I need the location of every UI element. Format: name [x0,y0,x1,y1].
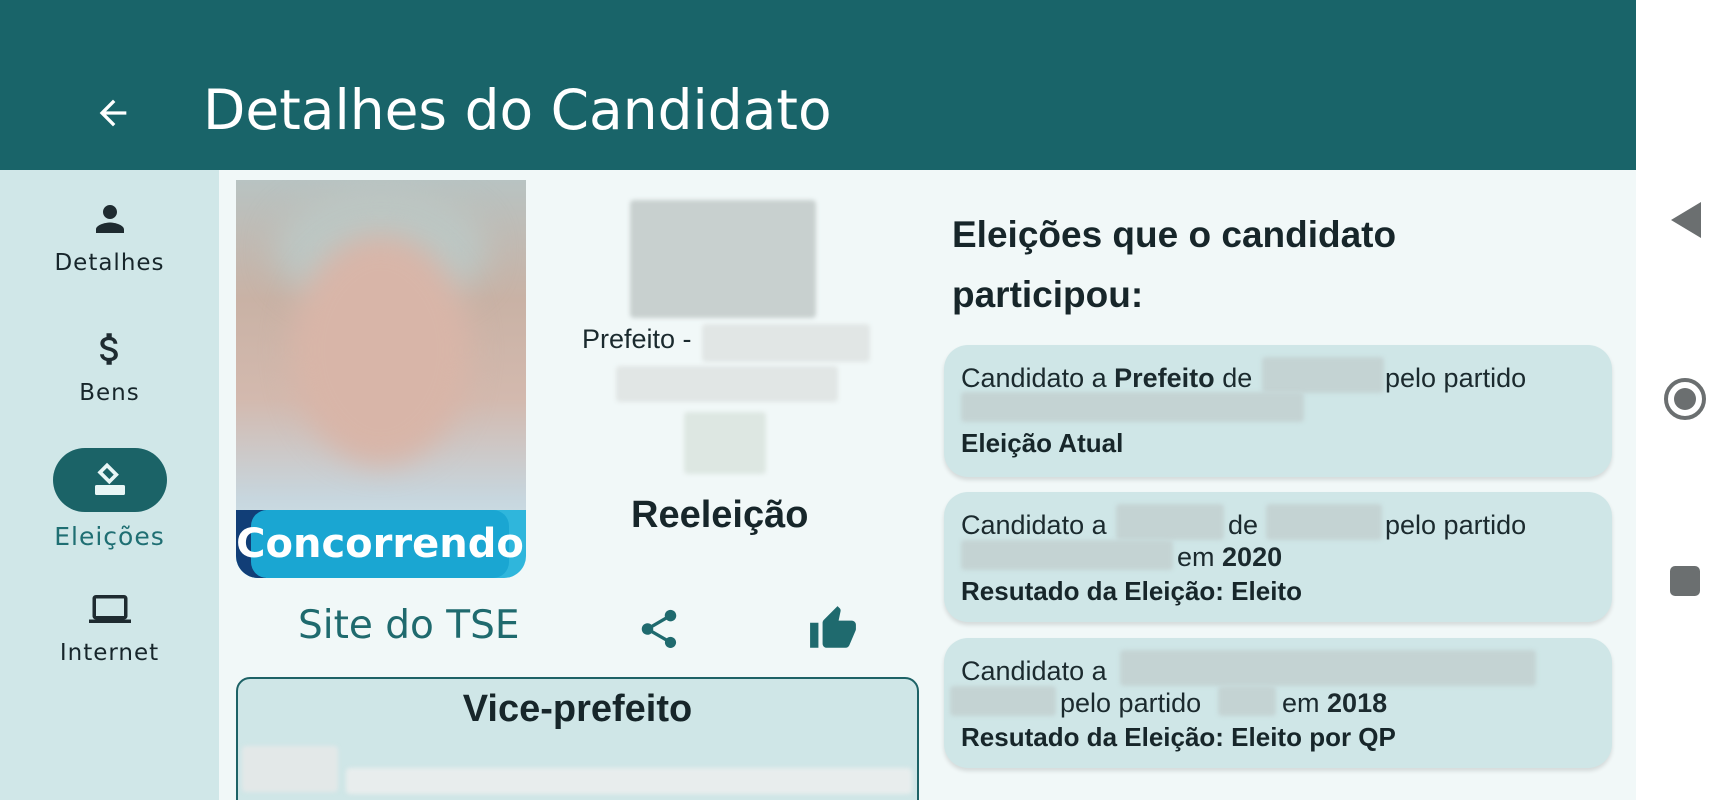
rail-label-internet: Internet [59,640,160,666]
rail-label-bens: Bens [79,380,140,406]
redacted-office [1116,504,1224,540]
card-line-party: pelo partido [1385,363,1527,393]
page-title: Detalhes do Candidato [203,78,832,142]
rail-active-indicator [52,448,167,512]
rail-item-eleicoes[interactable]: Eleições [0,448,219,551]
card-line-prefix: Candidato a [961,510,1107,540]
rail-item-internet[interactable]: Internet [0,588,219,666]
redacted-vice-name [346,768,912,794]
ballot-box-icon [94,462,125,495]
thumbs-up-icon [810,606,856,648]
redacted-city [1262,357,1384,393]
card-year-line: em 2020 [1177,542,1283,572]
card-year: 2020 [1222,542,1283,572]
office-label: Prefeito - [582,324,692,354]
redacted-party [961,540,1173,570]
card-line-party: pelo partido [1060,688,1202,718]
card-result: Resutado da Eleição: Eleito [961,576,1302,606]
redacted-city [1266,504,1382,540]
app-bar: Detalhes do Candidato [0,0,1636,170]
card-line-prefix: Candidato a [961,656,1107,686]
card-status: Eleição Atual [961,428,1124,458]
redacted-party [961,392,1304,422]
laptop-icon [88,595,131,623]
redacted-city [702,324,870,362]
system-home-button[interactable] [1636,377,1733,421]
redacted-name [616,366,838,402]
election-card[interactable]: Candidato a Prefeito de pelo partido Ele… [944,345,1612,477]
circle-home-icon [1663,378,1706,420]
card-line-party: pelo partido [1385,510,1527,540]
redacted-number [684,412,766,474]
redacted-vice-photo [242,746,338,792]
system-back-button[interactable] [1636,200,1733,240]
status-badge-label: Concorrendo [236,521,524,567]
back-button[interactable] [88,88,138,138]
triangle-back-icon [1670,202,1701,238]
card-year: 2018 [1327,688,1388,718]
rail-item-bens[interactable]: Bens [0,328,219,406]
status-badge: Concorrendo [236,510,524,578]
rail-label-detalhes: Detalhes [54,250,165,276]
arrow-left-icon [99,99,127,127]
rail-label-eleicoes: Eleições [54,522,165,551]
card-line-de: de [1228,510,1259,540]
system-recents-button[interactable] [1636,564,1733,598]
square-recents-icon [1669,566,1700,596]
share-button[interactable] [636,604,682,654]
card-office: Prefeito [1114,363,1215,393]
card-result: Resutado da Eleição: Eleito por QP [961,722,1396,752]
redacted-office [1120,650,1536,686]
system-navigation-bar [1636,0,1733,800]
election-card[interactable]: Candidato a pelo partido em 2018 Resutad… [944,638,1612,768]
election-card[interactable]: Candidato a de pelo partido em 2020 Resu… [944,492,1612,622]
reelection-label: Reeleição [631,494,809,536]
app-window: Detalhes do Candidato Detalhes Bens Elei… [0,0,1636,800]
tse-site-link[interactable]: Site do TSE [298,603,520,648]
card-year-line: em 2018 [1282,688,1388,718]
card-line-prefix: Candidato a Prefeito de [961,363,1253,393]
share-icon [641,609,677,649]
redacted-party [1218,686,1276,716]
person-icon [95,205,124,233]
dollar-icon [99,333,118,365]
like-button[interactable] [808,604,858,654]
elections-heading: Eleições que o candidato participou: [952,214,1397,315]
party-logo [630,200,816,318]
redacted-city [950,686,1056,716]
rail-item-detalhes[interactable]: Detalhes [0,198,219,276]
